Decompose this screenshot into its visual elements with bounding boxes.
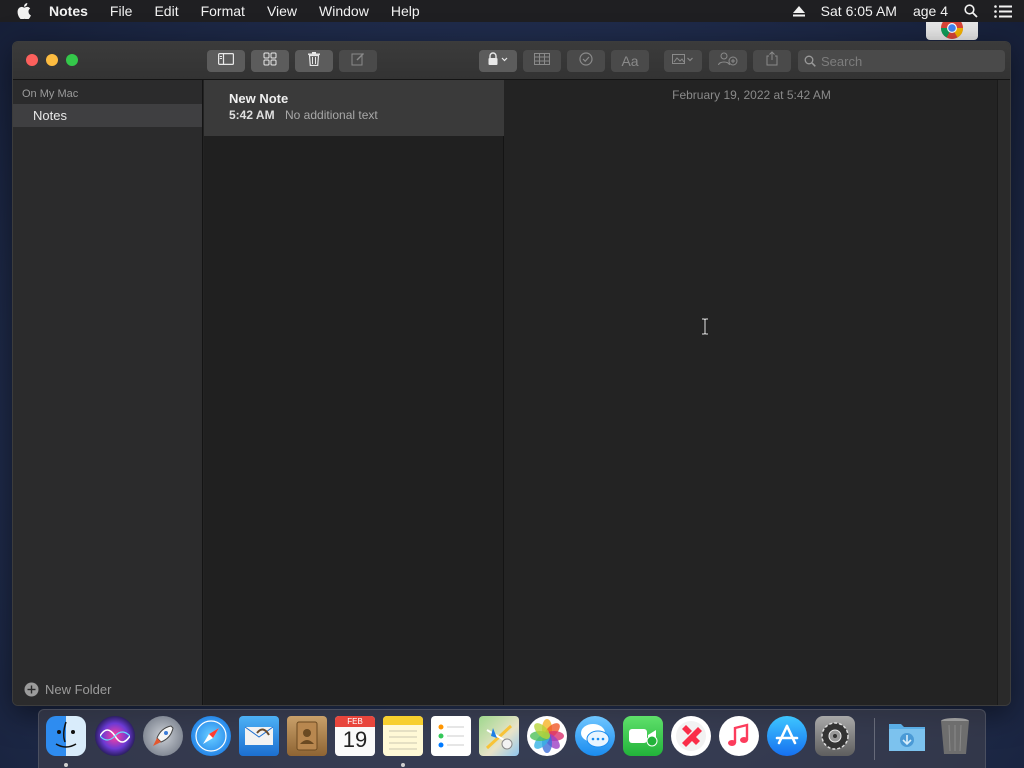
checklist-button[interactable] (567, 50, 605, 72)
toggle-sidebar-button[interactable] (207, 50, 245, 72)
grid-icon (263, 52, 277, 71)
dock: FEB 19 (38, 709, 986, 768)
compose-icon (351, 52, 365, 71)
system-preferences-icon[interactable] (815, 716, 855, 756)
media-button[interactable] (664, 50, 702, 72)
menu-view[interactable]: View (267, 3, 297, 19)
reminders-icon[interactable] (431, 716, 471, 756)
photo-icon (672, 52, 694, 70)
sidebar-section-header: On My Mac (22, 88, 79, 100)
note-preview: No additional text (285, 108, 378, 122)
search-icon (804, 55, 816, 67)
apple-menu-icon[interactable] (17, 3, 39, 19)
calendar-month: FEB (335, 716, 375, 727)
note-editor[interactable]: February 19, 2022 at 5:42 AM (505, 80, 998, 705)
window-toolbar: Aa Search (13, 42, 1010, 80)
table-icon (534, 52, 550, 70)
menubar-user[interactable]: age 4 (913, 3, 948, 19)
calendar-icon[interactable]: FEB 19 (335, 716, 375, 756)
notes-app-icon[interactable] (383, 716, 423, 756)
sidebar-item-notes[interactable]: Notes (13, 104, 202, 127)
trash-icon[interactable] (935, 716, 975, 756)
finder-icon[interactable] (46, 716, 86, 756)
notes-running-indicator (401, 763, 405, 767)
launchpad-icon[interactable] (143, 716, 183, 756)
person-add-icon (718, 52, 738, 71)
editor-scrollbar[interactable] (997, 80, 1010, 705)
search-placeholder: Search (821, 53, 863, 69)
trash-icon (308, 51, 320, 71)
text-style-icon: Aa (621, 53, 639, 69)
app-store-icon[interactable] (767, 716, 807, 756)
new-folder-label: New Folder (45, 682, 112, 697)
insert-table-button[interactable] (523, 50, 561, 72)
menu-format[interactable]: Format (201, 3, 245, 19)
mail-icon[interactable] (239, 716, 279, 756)
menu-edit[interactable]: Edit (154, 3, 178, 19)
news-icon[interactable] (671, 716, 711, 756)
menu-window[interactable]: Window (319, 3, 369, 19)
menu-bar: Notes File Edit Format View Window Help … (0, 0, 1024, 22)
notification-center-icon[interactable] (994, 4, 1012, 18)
spotlight-search-icon[interactable] (964, 4, 978, 18)
facetime-icon[interactable] (623, 716, 663, 756)
dock-separator (874, 718, 875, 760)
calendar-day: 19 (342, 727, 368, 752)
new-note-button[interactable] (339, 50, 377, 72)
safari-icon[interactable] (191, 716, 231, 756)
sidebar-icon (218, 52, 235, 70)
menu-help[interactable]: Help (391, 3, 420, 19)
share-icon (766, 51, 778, 71)
close-window-button[interactable] (26, 54, 38, 66)
menu-file[interactable]: File (110, 3, 133, 19)
note-list: New Note 5:42 AM No additional text (204, 80, 504, 705)
zoom-window-button[interactable] (66, 54, 78, 66)
list-item[interactable]: New Note 5:42 AM No additional text (204, 80, 504, 136)
photos-icon[interactable] (527, 716, 567, 756)
messages-icon[interactable] (575, 716, 615, 756)
ibeam-cursor-icon (700, 317, 710, 340)
background-chrome-window[interactable] (926, 22, 978, 40)
note-time: 5:42 AM (229, 108, 275, 122)
music-icon[interactable] (719, 716, 759, 756)
folders-sidebar: On My Mac Notes New Folder (13, 80, 203, 705)
app-menu-notes[interactable]: Notes (49, 3, 88, 19)
share-button[interactable] (753, 50, 791, 72)
contacts-icon[interactable] (287, 716, 327, 756)
finder-running-indicator (64, 763, 68, 767)
delete-note-button[interactable] (295, 50, 333, 72)
downloads-folder-icon[interactable] (887, 716, 927, 756)
search-field[interactable]: Search (798, 50, 1005, 72)
add-people-button[interactable] (709, 50, 747, 72)
minimize-window-button[interactable] (46, 54, 58, 66)
note-title: New Note (229, 91, 289, 106)
notes-window: Aa Search On My Mac Notes New Folder New… (12, 41, 1011, 706)
siri-icon[interactable] (95, 716, 135, 756)
checkmark-circle-icon (579, 51, 593, 71)
gallery-view-button[interactable] (251, 50, 289, 72)
text-format-button[interactable]: Aa (611, 50, 649, 72)
eject-icon[interactable] (792, 5, 805, 17)
maps-icon[interactable] (479, 716, 519, 756)
note-date: February 19, 2022 at 5:42 AM (672, 88, 831, 102)
new-folder-button[interactable]: New Folder (24, 682, 111, 697)
menubar-clock[interactable]: Sat 6:05 AM (821, 3, 897, 19)
lock-note-button[interactable] (479, 50, 517, 72)
plus-circle-icon (24, 682, 39, 697)
lock-icon (487, 51, 509, 71)
